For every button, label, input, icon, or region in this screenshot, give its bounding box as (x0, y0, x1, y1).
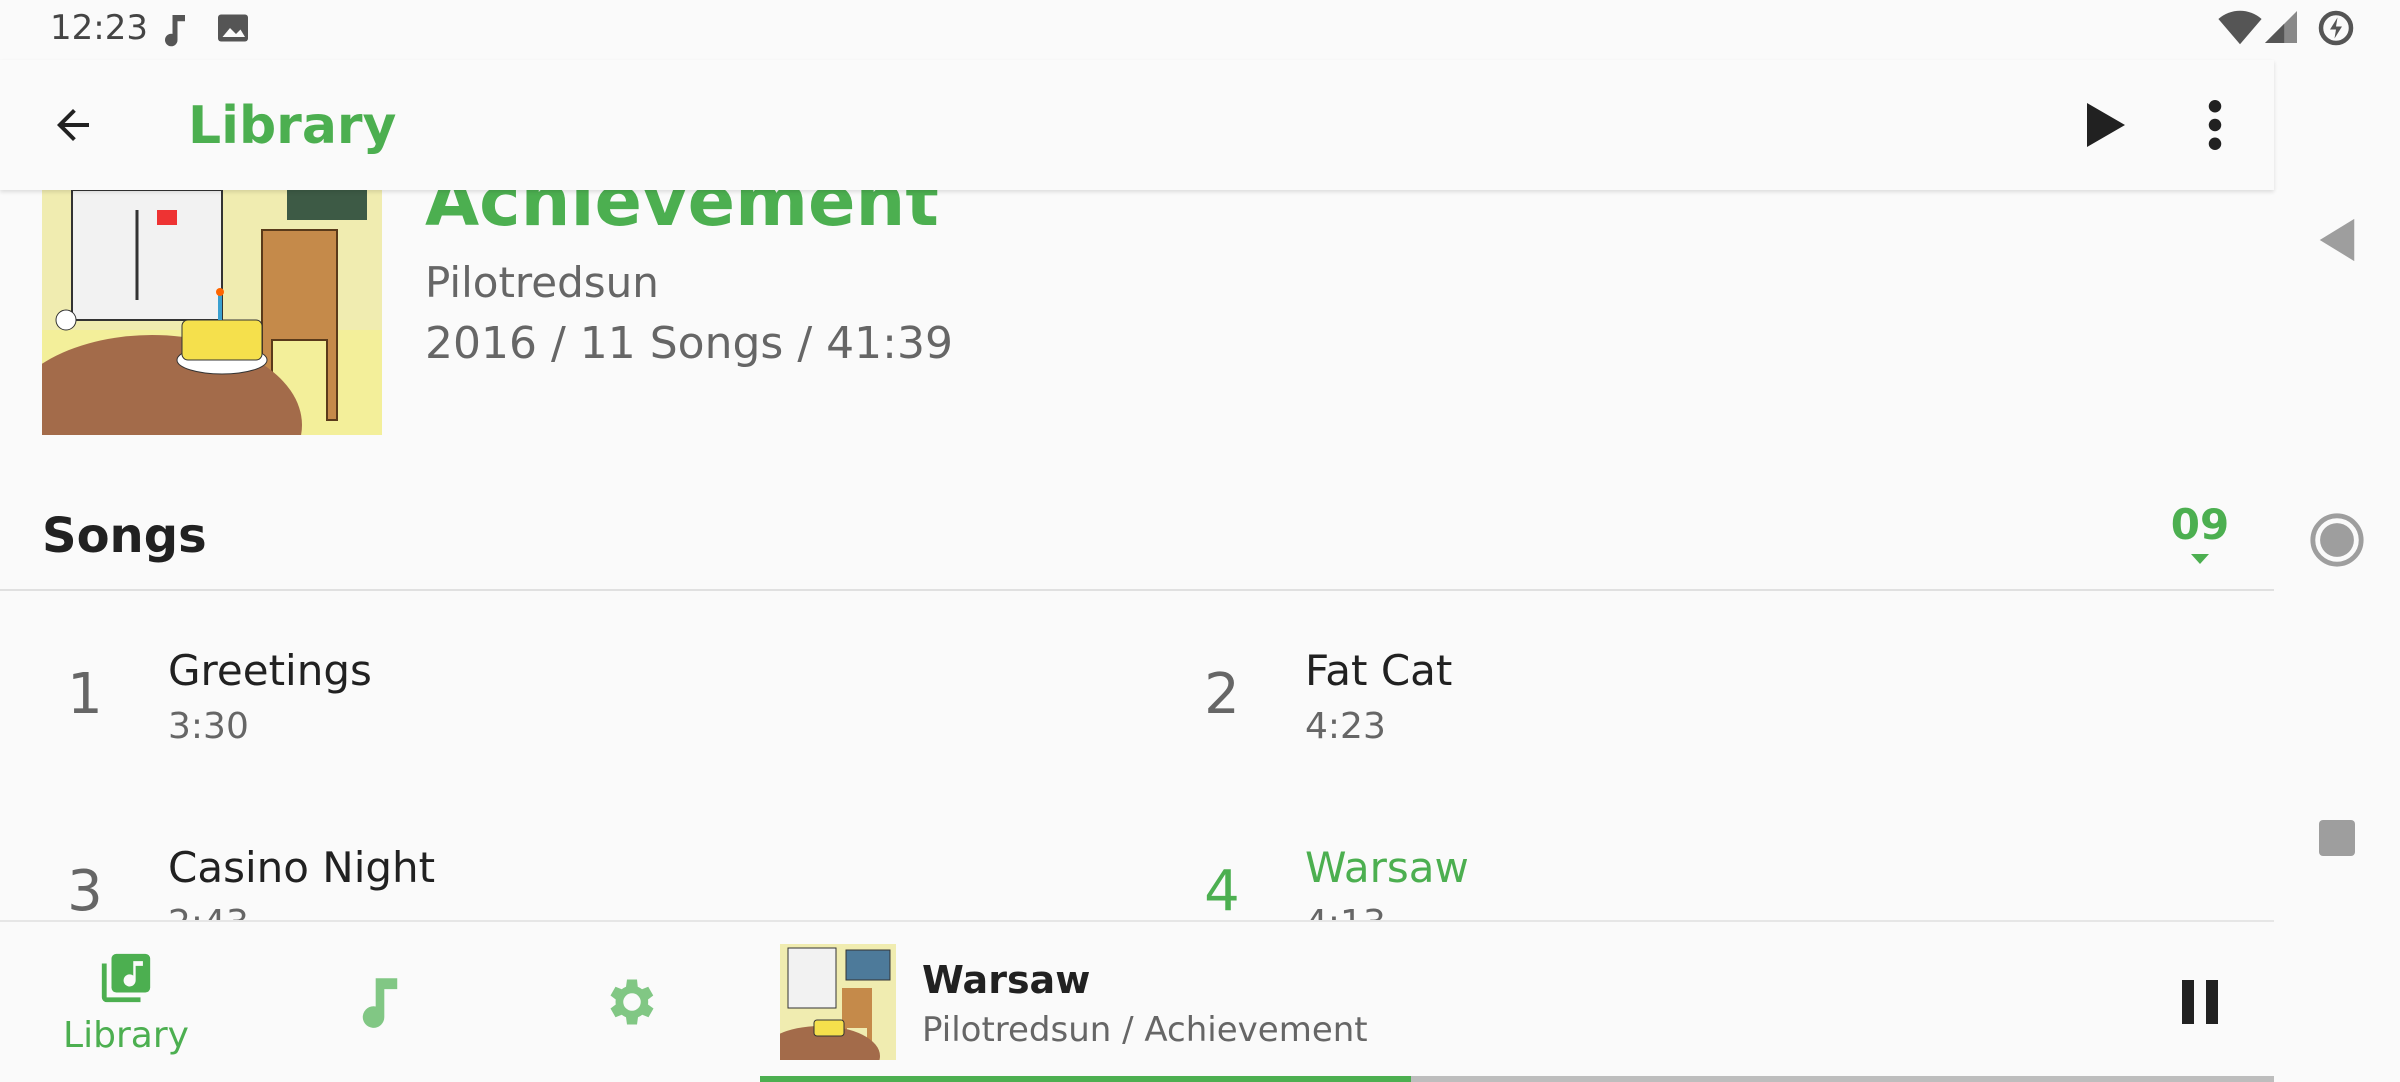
playback-progress-fill (760, 1076, 1412, 1082)
track-number: 4 (1204, 859, 1240, 920)
image-icon (218, 14, 248, 42)
pause-icon (2182, 980, 2218, 1024)
album-cover (42, 190, 382, 435)
song-duration: 4:13 (1305, 903, 1386, 920)
battery-saver-icon (2318, 10, 2354, 46)
track-number: 1 (67, 662, 103, 727)
song-item[interactable]: 2 Fat Cat 4:23 (1137, 610, 2237, 800)
overflow-menu-button[interactable] (2180, 90, 2250, 160)
nav-songs[interactable] (290, 922, 470, 1082)
library-music-icon (101, 953, 151, 1002)
song-item-playing[interactable]: 4 Warsaw 4:13 (1137, 807, 2237, 920)
album-detail-content[interactable]: Achievement Pilotredsun 2016 / 11 Songs … (0, 190, 2274, 920)
play-icon (2087, 103, 2125, 147)
song-duration: 3:30 (168, 706, 249, 747)
nav-library-label: Library (63, 1014, 189, 1056)
app-bar: Library (0, 60, 2274, 190)
system-back-button[interactable] (2297, 200, 2377, 280)
page-title: Library (188, 96, 397, 156)
wifi-icon (2218, 10, 2262, 45)
sort-button[interactable]: 09 (2150, 500, 2250, 580)
square-recents-icon (2319, 820, 2355, 856)
song-duration: 2:43 (168, 903, 249, 920)
now-playing-subtitle: Pilotredsun / Achievement (922, 1010, 1368, 1050)
triangle-back-icon (2319, 218, 2355, 262)
status-bar: 12:23 (0, 0, 2400, 60)
song-title: Warsaw (1305, 843, 1469, 892)
now-playing-cover[interactable] (780, 944, 896, 1060)
album-title: Achievement (425, 190, 939, 242)
song-item[interactable]: 1 Greetings 3:30 (0, 610, 1100, 800)
play-all-button[interactable] (2060, 90, 2150, 160)
song-title: Greetings (168, 646, 372, 695)
cell-signal-icon (2265, 11, 2297, 43)
nav-library[interactable]: Library (36, 922, 216, 1082)
song-item[interactable]: 3 Casino Night 2:43 (0, 807, 1100, 920)
music-note-icon (165, 15, 185, 47)
playback-progress[interactable] (760, 1076, 2274, 1082)
bottom-bar: Library Warsaw Pilotredsun / Achievement (0, 920, 2274, 1082)
pause-button[interactable] (2160, 962, 2240, 1042)
sort-label: 09 (2170, 500, 2230, 549)
sort-caret-icon (2191, 554, 2209, 564)
track-number: 2 (1204, 662, 1240, 727)
system-recents-button[interactable] (2297, 798, 2377, 878)
songs-section-header: Songs (42, 508, 207, 564)
gear-icon (610, 979, 654, 1025)
status-time: 12:23 (50, 8, 148, 48)
song-title: Casino Night (168, 843, 436, 892)
circle-home-icon (2310, 513, 2364, 567)
song-title: Fat Cat (1305, 646, 1453, 695)
back-button[interactable] (30, 92, 116, 158)
music-note-icon (362, 978, 398, 1028)
now-playing-title: Warsaw (922, 958, 1091, 1002)
arrow-back-icon (57, 109, 89, 141)
album-meta: 2016 / 11 Songs / 41:39 (425, 318, 953, 369)
more-vert-icon (2208, 100, 2222, 150)
system-navigation-bar (2274, 60, 2400, 1080)
nav-settings[interactable] (542, 922, 722, 1082)
section-divider (0, 589, 2274, 591)
album-artist[interactable]: Pilotredsun (425, 258, 659, 307)
song-duration: 4:23 (1305, 706, 1386, 747)
track-number: 3 (67, 859, 103, 920)
system-home-button[interactable] (2297, 500, 2377, 580)
